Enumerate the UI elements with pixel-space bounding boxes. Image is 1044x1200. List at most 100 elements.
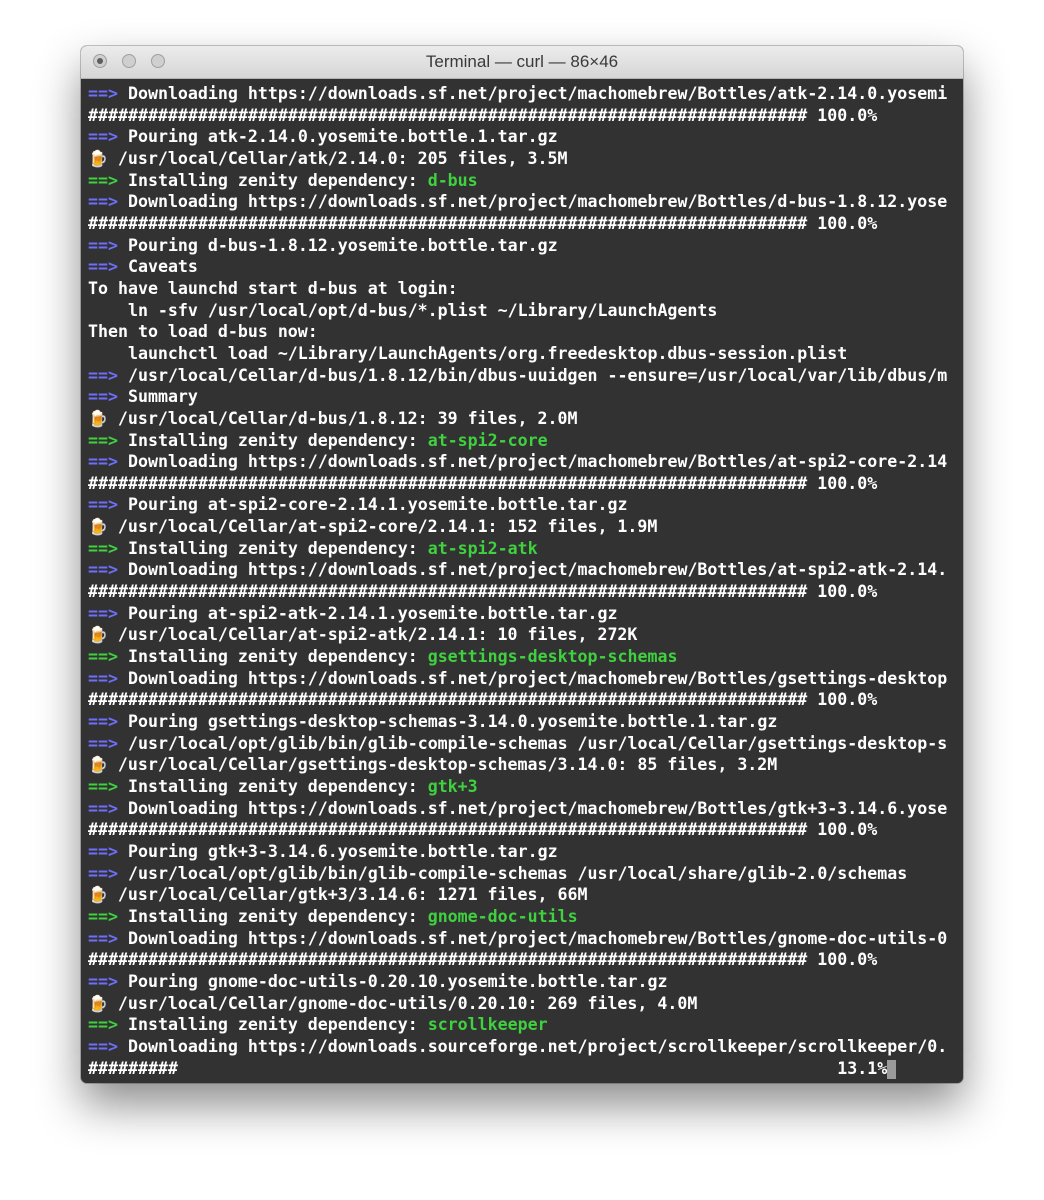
terminal-line: ==> Downloading https://downloads.sf.net…: [88, 668, 963, 690]
line-text: Downloading https://downloads.sf.net/pro…: [127, 668, 948, 688]
line-text: ########################################…: [88, 473, 878, 493]
line-text: ########################################…: [88, 582, 878, 602]
line-text: Installing zenity dependency:: [127, 647, 428, 667]
beer-mug-icon: 🍺: [88, 408, 108, 428]
line-text: ########################################…: [88, 213, 878, 233]
line-text: ########################################…: [88, 820, 878, 840]
title-bar[interactable]: Terminal — curl — 86×46: [81, 46, 963, 79]
package-name: scrollkeeper: [427, 1015, 548, 1035]
terminal-line: ########################################…: [88, 949, 963, 971]
blue-arrow-prompt: ==>: [88, 127, 118, 147]
blue-arrow-prompt: ==>: [88, 560, 118, 580]
green-arrow-prompt: ==>: [88, 906, 118, 926]
terminal-line: ==> Installing zenity dependency: d-bus: [88, 170, 963, 192]
package-name: at-spi2-core: [427, 430, 548, 450]
terminal-line: ==> Caveats: [88, 256, 963, 278]
terminal-line: ==> Pouring gnome-doc-utils-0.20.10.yose…: [88, 971, 963, 993]
terminal-line: 🍺 /usr/local/Cellar/gnome-doc-utils/0.20…: [88, 993, 963, 1015]
blue-arrow-prompt: ==>: [88, 841, 118, 861]
blue-arrow-prompt: ==>: [88, 452, 118, 472]
terminal-line: ==> /usr/local/opt/glib/bin/glib-compile…: [88, 863, 963, 885]
package-name: gnome-doc-utils: [427, 906, 578, 926]
terminal-line: ==> Installing zenity dependency: gtk+3: [88, 776, 963, 798]
blue-arrow-prompt: ==>: [88, 603, 118, 623]
blue-arrow-prompt: ==>: [88, 495, 118, 515]
line-text: /usr/local/opt/glib/bin/glib-compile-sch…: [127, 733, 948, 753]
package-name: gsettings-desktop-schemas: [427, 647, 678, 667]
blue-arrow-prompt: ==>: [88, 928, 118, 948]
line-text: Installing zenity dependency:: [127, 1015, 428, 1035]
terminal-line: 🍺 /usr/local/Cellar/atk/2.14.0: 205 file…: [88, 148, 963, 170]
line-text: /usr/local/Cellar/d-bus/1.8.12/bin/dbus-…: [127, 365, 948, 385]
line-text: Installing zenity dependency:: [127, 538, 428, 558]
line-text: /usr/local/Cellar/gtk+3/3.14.6: 1271 fil…: [117, 885, 588, 905]
blue-arrow-prompt: ==>: [88, 235, 118, 255]
line-text: Pouring gtk+3-3.14.6.yosemite.bottle.tar…: [127, 841, 558, 861]
terminal-line: ==> Downloading https://downloads.sf.net…: [88, 798, 963, 820]
green-arrow-prompt: ==>: [88, 777, 118, 796]
green-arrow-prompt: ==>: [88, 538, 118, 558]
line-text: Pouring at-spi2-atk-2.14.1.yosemite.bott…: [127, 603, 618, 623]
terminal-line: ==> Downloading https://downloads.sf.net…: [88, 83, 963, 105]
line-text: Installing zenity dependency:: [127, 906, 428, 926]
beer-mug-icon: 🍺: [88, 625, 108, 645]
terminal-line: ########################################…: [88, 689, 963, 711]
line-text: Downloading https://downloads.sf.net/pro…: [127, 560, 948, 580]
line-text: Caveats: [127, 257, 198, 277]
blue-arrow-prompt: ==>: [88, 668, 118, 688]
terminal-line: ==> Downloading https://downloads.source…: [88, 1036, 963, 1058]
terminal-line: ==> Downloading https://downloads.sf.net…: [88, 191, 963, 213]
line-text: ########################################…: [88, 690, 878, 710]
terminal-line: ==> Downloading https://downloads.sf.net…: [88, 559, 963, 581]
terminal-line: 🍺 /usr/local/Cellar/gsettings-desktop-sc…: [88, 754, 963, 776]
line-text: /usr/local/Cellar/atk/2.14.0: 205 files,…: [117, 148, 568, 168]
line-text: /usr/local/Cellar/at-spi2-atk/2.14.1: 10…: [117, 625, 638, 645]
terminal-line: ==> Installing zenity dependency: scroll…: [88, 1014, 963, 1036]
blue-arrow-prompt: ==>: [88, 84, 118, 103]
beer-mug-icon: 🍺: [88, 755, 108, 775]
line-text: Pouring gnome-doc-utils-0.20.10.yosemite…: [127, 971, 668, 991]
terminal-line: ########################################…: [88, 105, 963, 127]
line-text: ########################################…: [88, 105, 878, 125]
package-name: d-bus: [427, 170, 478, 190]
line-text: Pouring atk-2.14.0.yosemite.bottle.1.tar…: [127, 127, 558, 147]
blue-arrow-prompt: ==>: [88, 387, 118, 407]
green-arrow-prompt: ==>: [88, 430, 118, 450]
line-text: Pouring d-bus-1.8.12.yosemite.bottle.tar…: [127, 235, 558, 255]
terminal-line: ==> Pouring at-spi2-atk-2.14.1.yosemite.…: [88, 603, 963, 625]
terminal-line: ==> Installing zenity dependency: gnome-…: [88, 906, 963, 928]
beer-mug-icon: 🍺: [88, 885, 108, 905]
beer-mug-icon: 🍺: [88, 517, 108, 537]
line-text: Installing zenity dependency:: [127, 430, 428, 450]
terminal-line: Then to load d-bus now:: [88, 321, 963, 343]
text-cursor: [887, 1059, 897, 1079]
blue-arrow-prompt: ==>: [88, 971, 118, 991]
line-text: Pouring at-spi2-core-2.14.1.yosemite.bot…: [127, 495, 628, 515]
terminal-line: ########################################…: [88, 819, 963, 841]
terminal-line: 🍺 /usr/local/Cellar/at-spi2-core/2.14.1:…: [88, 516, 963, 538]
terminal-line: ######### 13.1%: [88, 1058, 963, 1080]
terminal-line: To have launchd start d-bus at login:: [88, 278, 963, 300]
terminal-line: launchctl load ~/Library/LaunchAgents/or…: [88, 343, 963, 365]
terminal-line: ln -sfv /usr/local/opt/d-bus/*.plist ~/L…: [88, 300, 963, 322]
package-name: gtk+3: [427, 777, 478, 796]
green-arrow-prompt: ==>: [88, 647, 118, 667]
terminal-output[interactable]: ==> Downloading https://downloads.sf.net…: [81, 79, 963, 1083]
line-text: Installing zenity dependency:: [127, 777, 428, 796]
line-text: Downloading https://downloads.sf.net/pro…: [127, 452, 948, 472]
terminal-line: 🍺 /usr/local/Cellar/d-bus/1.8.12: 39 fil…: [88, 408, 963, 430]
blue-arrow-prompt: ==>: [88, 798, 118, 818]
blue-arrow-prompt: ==>: [88, 257, 118, 277]
line-text: Downloading https://downloads.sourceforg…: [127, 1036, 948, 1056]
line-text: Downloading https://downloads.sf.net/pro…: [127, 798, 948, 818]
terminal-line: ==> /usr/local/opt/glib/bin/glib-compile…: [88, 733, 963, 755]
terminal-line: ==> Pouring at-spi2-core-2.14.1.yosemite…: [88, 494, 963, 516]
terminal-line: ==> /usr/local/Cellar/d-bus/1.8.12/bin/d…: [88, 365, 963, 387]
line-text: Summary: [127, 387, 198, 407]
line-text: /usr/local/Cellar/d-bus/1.8.12: 39 files…: [117, 408, 578, 428]
terminal-line: ==> Installing zenity dependency: at-spi…: [88, 538, 963, 560]
terminal-line: ==> Pouring atk-2.14.0.yosemite.bottle.1…: [88, 126, 963, 148]
blue-arrow-prompt: ==>: [88, 365, 118, 385]
package-name: at-spi2-atk: [427, 538, 538, 558]
line-text: Installing zenity dependency:: [127, 170, 428, 190]
